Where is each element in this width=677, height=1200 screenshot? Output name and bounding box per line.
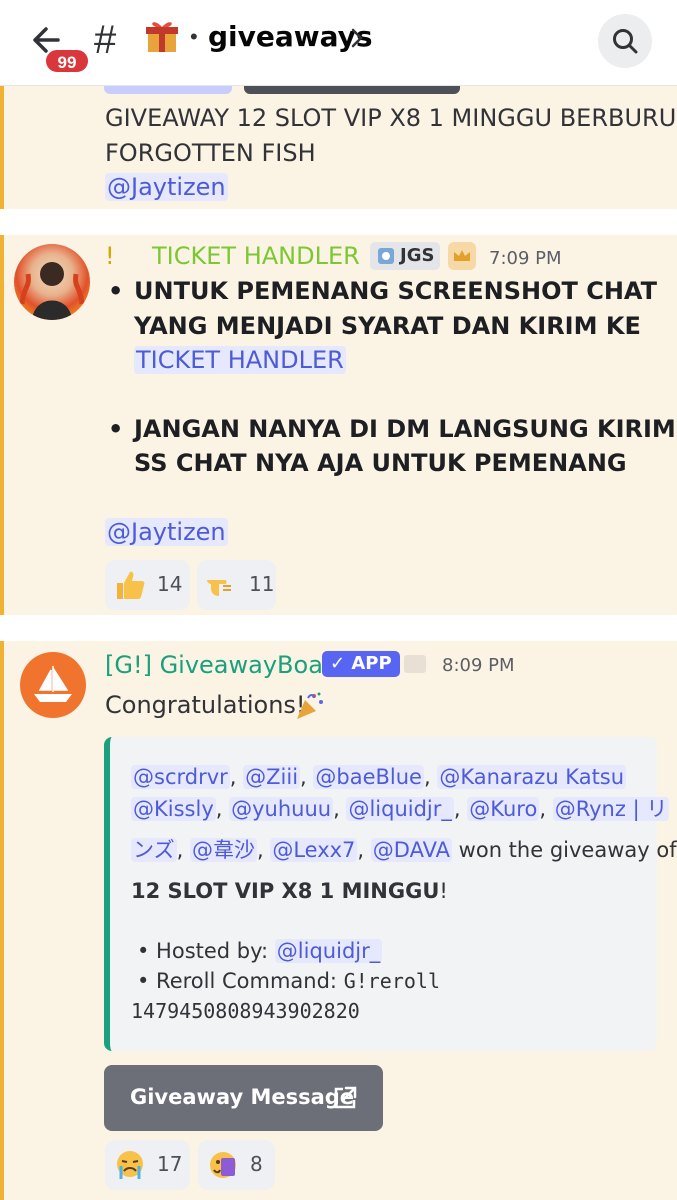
crying-face-icon	[117, 1151, 143, 1179]
external-link-icon	[334, 1086, 357, 1109]
user-mention[interactable]: @Kanarazu Katsu	[437, 765, 627, 789]
user-mention[interactable]: @baeBlue	[313, 765, 424, 789]
reaction-thumbs-up[interactable]: 14	[105, 560, 190, 610]
ticket-handler-avatar[interactable]	[14, 244, 90, 320]
reaction-crying[interactable]: 17	[105, 1140, 190, 1190]
bot-name[interactable]: [G!] GiveawayBoat	[105, 651, 332, 679]
party-popper-icon	[294, 690, 326, 722]
user-mention[interactable]: @韋沙	[189, 838, 257, 862]
user-mention[interactable]: @Kuro	[467, 797, 540, 821]
bullet-item: • UNTUK PEMENANG SCREENSHOT CHAT	[108, 274, 657, 308]
user-mention[interactable]: @Lexx7	[270, 838, 358, 862]
author-prefix: !	[105, 242, 115, 270]
bullet-line: UNTUK PEMENANG SCREENSHOT CHAT	[134, 277, 657, 305]
user-mention[interactable]: @Jaytizen	[105, 173, 228, 201]
user-mention[interactable]: ンズ	[131, 838, 177, 862]
channel-name[interactable]: giveaways	[208, 20, 373, 53]
winners-line: @Kissly, @yuhuuu, @liquidjr_, @Kuro, @Ry…	[131, 797, 670, 821]
reaction-count: 14	[157, 572, 183, 596]
mention-line: @Jaytizen	[105, 515, 228, 549]
app-tag: ✓ APP	[322, 651, 400, 677]
role-mention[interactable]: TICKET HANDLER	[134, 346, 346, 374]
reaction-pointing-hand[interactable]: 11	[197, 560, 276, 610]
winners-line: @scrdrvr, @Ziii, @baeBlue, @Kanarazu Kat…	[131, 765, 627, 789]
role-tag[interactable]: JGS	[370, 242, 441, 270]
sticker-face-icon	[210, 1152, 236, 1178]
slash-command-icon	[404, 655, 426, 673]
prev-button-stub-dark[interactable]	[244, 86, 460, 94]
gift-icon	[144, 18, 180, 54]
reaction-count: 8	[250, 1152, 263, 1176]
channel-hash-icon: #	[94, 18, 117, 62]
bullet-line: TICKET HANDLER	[134, 343, 346, 377]
reaction-sticker[interactable]: 8	[198, 1140, 275, 1190]
prev-message-mention-line: @Jaytizen	[105, 170, 228, 204]
user-mention[interactable]: @Kissly	[131, 797, 216, 821]
user-mention[interactable]: @Rynz | リ	[552, 797, 670, 821]
prev-message-line1: GIVEAWAY 12 SLOT VIP X8 1 MINGGU BERBURU	[105, 104, 677, 132]
prev-button-stub[interactable]	[104, 86, 232, 94]
bullet-line: JANGAN NANYA DI DM LANGSUNG KIRIM	[134, 415, 676, 443]
message-timestamp: 7:09 PM	[489, 248, 562, 269]
shield-icon	[378, 248, 394, 264]
message-timestamp: 8:09 PM	[442, 655, 515, 676]
reaction-count: 11	[249, 572, 275, 596]
role-tag-label: JGS	[400, 245, 435, 266]
channel-header: 99 # • giveaways	[0, 0, 677, 86]
reaction-count: 17	[157, 1152, 183, 1176]
bullet-line: SS CHAT NYA AJA UNTUK PEMENANG	[134, 449, 627, 477]
ticket-handler-name[interactable]: TICKET HANDLER	[152, 242, 360, 270]
prev-message-line2: FORGOTTEN FISH	[105, 139, 316, 167]
chevron-right-icon[interactable]	[350, 27, 364, 49]
user-mention[interactable]: @yuhuuu	[229, 797, 334, 821]
bullet-item: • JANGAN NANYA DI DM LANGSUNG KIRIM	[108, 412, 676, 446]
search-icon	[613, 29, 638, 54]
user-mention[interactable]: @Ziii	[243, 765, 301, 789]
prize-name: 12 SLOT VIP X8 1 MINGGU	[131, 879, 440, 903]
unread-badge: 99	[44, 48, 90, 74]
prize-line: 12 SLOT VIP X8 1 MINGGU!	[131, 879, 448, 903]
winners-line: ンズ, @韋沙, @Lexx7, @DAVA won the giveaway …	[131, 838, 677, 862]
reroll-command: G!reroll	[343, 969, 441, 993]
pointing-hand-icon	[207, 580, 231, 596]
user-mention[interactable]: @liquidjr_	[274, 939, 383, 963]
button-label: Giveaway Message	[130, 1085, 355, 1109]
search-button[interactable]	[598, 14, 652, 68]
congrats-text: Congratulations!	[105, 691, 306, 719]
reroll-id: 1479450808943902820	[131, 999, 360, 1023]
user-mention[interactable]: @DAVA	[370, 838, 452, 862]
giveawayboat-avatar[interactable]	[20, 652, 86, 718]
title-separator: •	[190, 24, 198, 49]
giveaway-message-button[interactable]: Giveaway Message	[104, 1065, 383, 1131]
crown-icon	[448, 242, 476, 270]
user-mention[interactable]: @scrdrvr	[131, 765, 230, 789]
user-mention[interactable]: @Jaytizen	[105, 518, 228, 546]
thumbs-up-icon	[117, 571, 145, 599]
user-mention[interactable]: @liquidjr_	[346, 797, 454, 821]
